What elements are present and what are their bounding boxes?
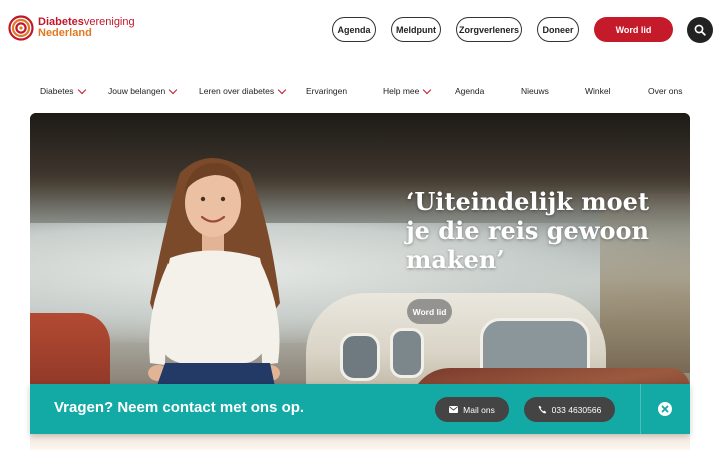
main-nav: Diabetes Jouw belangen Leren over diabet… [0, 80, 720, 102]
chevron-down-icon [168, 85, 178, 94]
hero-quote: ‘Uiteindelijk moet je die reis gewoon ma… [406, 187, 650, 274]
nav-item-label: Agenda [455, 86, 485, 96]
hero-word-lid-button[interactable]: Word lid [407, 299, 452, 324]
logo[interactable]: Diabetesvereniging Nederland [8, 15, 135, 41]
contact-bar-divider [640, 384, 641, 434]
nav-item-nieuws[interactable]: Nieuws [521, 86, 549, 96]
logo-text: Diabetesvereniging Nederland [38, 17, 135, 39]
meldpunt-button[interactable]: Meldpunt [391, 17, 441, 42]
hero-caravan-window [390, 328, 424, 378]
nav-item-label: Leren over diabetes [199, 86, 275, 96]
phone-button-label: 033 4630566 [551, 404, 602, 415]
phone-button[interactable]: 033 4630566 [524, 397, 615, 422]
nav-item-label: Over ons [648, 86, 683, 96]
nav-item-label: Winkel [585, 86, 611, 96]
site-header: Diabetesvereniging Nederland Agenda Meld… [0, 0, 720, 60]
nav-item-label: Diabetes [40, 86, 74, 96]
hero-caravan-window [340, 333, 380, 381]
nav-item-leren-over-diabetes[interactable]: Leren over diabetes [199, 85, 287, 96]
nav-item-diabetes[interactable]: Diabetes [40, 85, 86, 96]
nav-item-label: Nieuws [521, 86, 549, 96]
nav-item-label: Ervaringen [306, 86, 348, 96]
page-content-peek [30, 434, 690, 450]
zorgverleners-button[interactable]: Zorgverleners [456, 17, 522, 42]
nav-item-over-ons[interactable]: Over ons [648, 86, 683, 96]
chevron-down-icon [423, 85, 432, 94]
chevron-down-icon [277, 85, 287, 94]
nav-item-label: Help mee [383, 86, 420, 96]
nav-item-winkel[interactable]: Winkel [585, 86, 611, 96]
search-icon [694, 24, 706, 36]
chevron-down-icon [77, 85, 86, 94]
nav-item-ervaringen[interactable]: Ervaringen [306, 86, 347, 96]
mail-button[interactable]: Mail ons [435, 397, 509, 422]
mail-button-label: Mail ons [463, 404, 495, 415]
close-button[interactable] [658, 402, 672, 416]
nav-item-help-mee[interactable]: Help mee [383, 85, 432, 96]
word-lid-button[interactable]: Word lid [594, 17, 673, 42]
agenda-button[interactable]: Agenda [332, 17, 376, 42]
contact-bar-text: Vragen? Neem contact met ons op. [54, 399, 305, 416]
doneer-button[interactable]: Doneer [537, 17, 579, 42]
nav-item-label: Jouw belangen [108, 86, 166, 96]
phone-icon [538, 405, 546, 414]
close-icon [661, 405, 669, 413]
mail-icon [449, 406, 459, 413]
search-button[interactable] [687, 17, 713, 43]
logo-word-nederland: Nederland [38, 27, 92, 39]
contact-bar: Vragen? Neem contact met ons op. Mail on… [30, 384, 690, 434]
logo-rings-icon [8, 15, 34, 41]
nav-item-agenda[interactable]: Agenda [455, 86, 484, 96]
nav-item-jouw-belangen[interactable]: Jouw belangen [108, 85, 178, 96]
